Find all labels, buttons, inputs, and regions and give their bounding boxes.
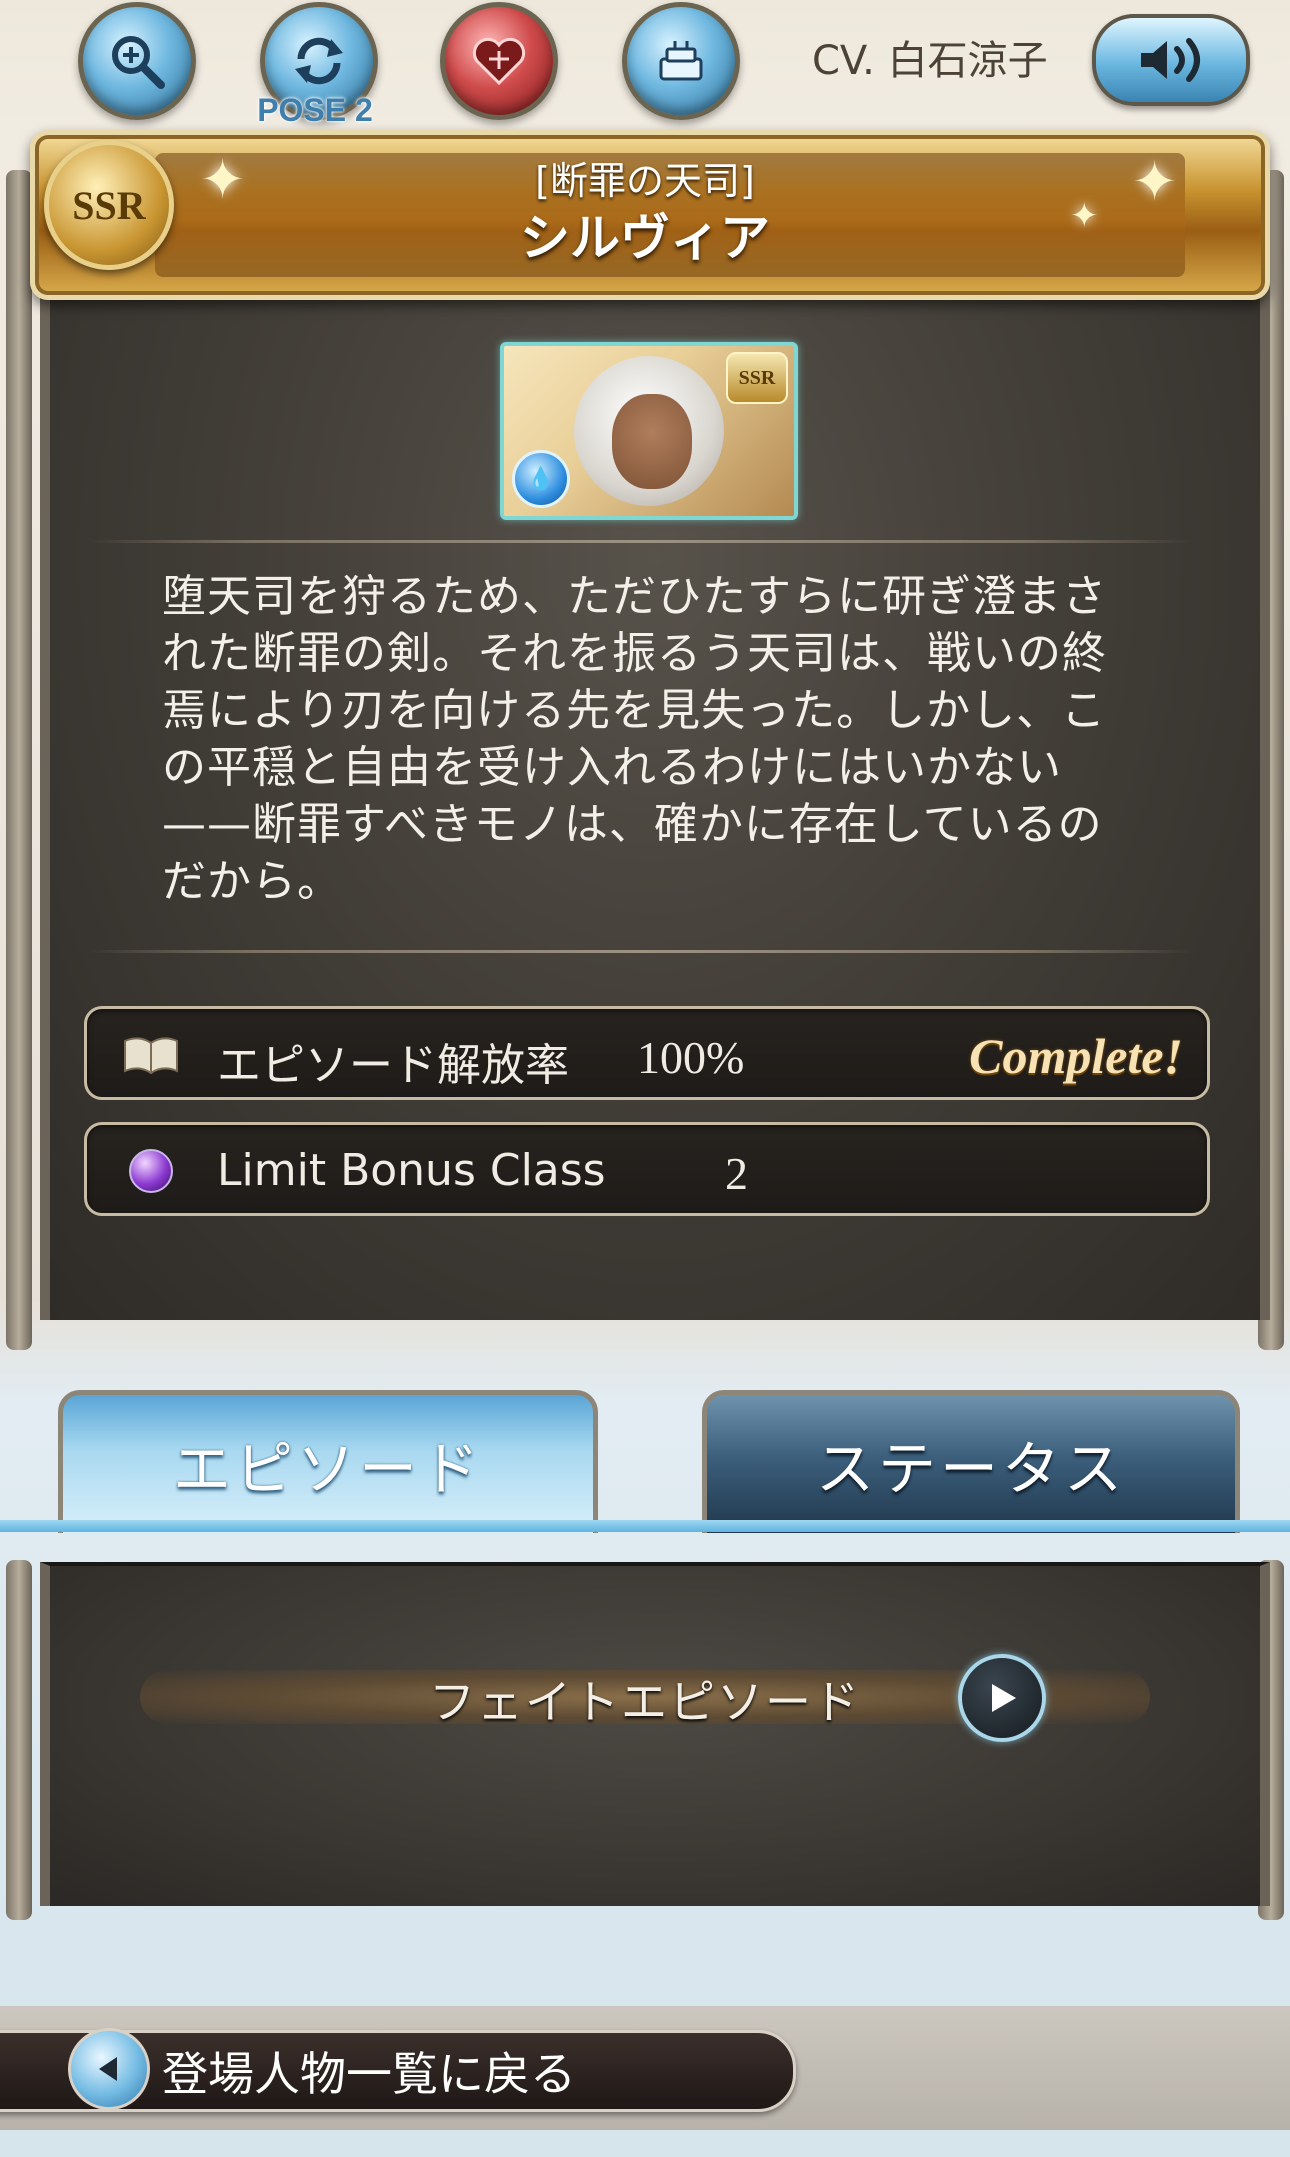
fate-episode-label[interactable]: フェイトエピソード (0, 1666, 1290, 1732)
character-subtitle: [断罪の天司] (535, 159, 755, 203)
voice-actor-label: CV. 白石涼子 (812, 38, 1048, 84)
pose-label: POSE 2 (257, 92, 373, 128)
water-element-icon: 💧 (512, 450, 570, 508)
birthday-voice-icon (659, 41, 703, 81)
ssr-badge: SSR (726, 352, 788, 404)
episode-panel (40, 1562, 1270, 1906)
tab-episode[interactable]: エピソード (58, 1390, 598, 1533)
episode-release-value: 100% (637, 1032, 745, 1083)
fate-episode-play-button[interactable] (958, 1654, 1046, 1742)
limit-bonus-label: Limit Bonus Class (217, 1145, 606, 1196)
limit-orb-icon (129, 1149, 173, 1193)
valentine-voice-button[interactable] (440, 2, 558, 120)
zoom-icon (112, 36, 165, 89)
book-icon (121, 1031, 181, 1079)
valentine-voice-icon (472, 37, 526, 86)
character-description: 堕天司を狩るため、ただひたすらに研ぎ澄まされた断罪の剣。それを振るう天司は、戦い… (162, 571, 1107, 907)
play-icon (992, 1684, 1016, 1712)
back-arrow-icon[interactable] (68, 2028, 150, 2110)
limit-bonus-row: Limit Bonus Class 2 (84, 1122, 1210, 1216)
limit-bonus-value: 2 (725, 1148, 748, 1199)
sound-toggle-button[interactable] (1092, 14, 1250, 106)
character-portrait: SSR 💧 (500, 342, 798, 520)
tab-status[interactable]: ステータス (702, 1390, 1240, 1533)
divider (88, 540, 1192, 543)
episode-release-label: エピソード解放率 (217, 1040, 569, 1091)
sound-icon (1141, 38, 1200, 82)
back-to-character-list-label[interactable]: 登場人物一覧に戻る (162, 2038, 576, 2104)
complete-badge: Complete! (969, 1028, 1183, 1084)
zoom-button[interactable] (78, 2, 196, 120)
pose-switch-icon (295, 37, 343, 85)
episode-release-row: エピソード解放率 100% Complete! (84, 1006, 1210, 1100)
left-pillar (6, 170, 32, 1350)
tab-bar-underline (0, 1520, 1290, 1532)
left-pillar-lower (6, 1560, 32, 1920)
birthday-voice-button[interactable] (622, 2, 740, 120)
divider (88, 950, 1192, 953)
character-name: シルヴィア (520, 209, 770, 267)
